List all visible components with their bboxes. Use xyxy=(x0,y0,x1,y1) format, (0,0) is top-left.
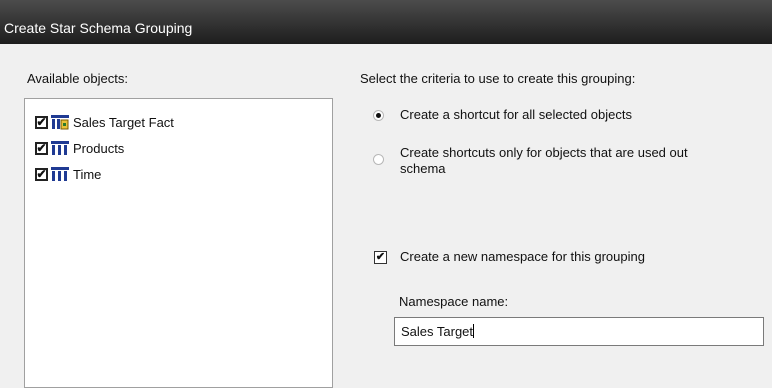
available-objects-list[interactable]: ✔ Sales Target Fact ✔ Products ✔ Time xyxy=(24,98,333,388)
list-item-time[interactable]: ✔ Time xyxy=(35,165,101,183)
list-item-label: Sales Target Fact xyxy=(73,114,174,130)
list-item-products[interactable]: ✔ Products xyxy=(35,139,124,157)
fact-table-icon xyxy=(51,115,69,130)
dimension-table-icon xyxy=(51,141,69,155)
list-item-label: Time xyxy=(73,166,102,182)
dialog-title-bar: Create Star Schema Grouping xyxy=(0,0,772,44)
shortcut-used-label-line2: schema xyxy=(400,161,446,176)
shortcut-all-label: Create a shortcut for all selected objec… xyxy=(400,107,632,122)
shortcut-used-label-line1: Create shortcuts only for objects that a… xyxy=(400,145,688,160)
products-checkbox[interactable]: ✔ xyxy=(35,141,48,155)
namespace-name-input[interactable]: Sales Target xyxy=(394,317,764,346)
new-namespace-label: Create a new namespace for this grouping xyxy=(400,249,645,264)
text-caret xyxy=(473,324,475,338)
criteria-label: Select the criteria to use to create thi… xyxy=(360,71,636,86)
new-namespace-checkbox[interactable]: ✔ xyxy=(374,251,387,264)
list-item-sales-target-fact[interactable]: ✔ Sales Target Fact xyxy=(35,113,174,131)
list-item-label: Products xyxy=(73,140,125,156)
sales-target-fact-checkbox[interactable]: ✔ xyxy=(35,115,48,129)
dialog-title: Create Star Schema Grouping xyxy=(4,20,193,36)
available-objects-label: Available objects: xyxy=(27,71,128,86)
time-checkbox[interactable]: ✔ xyxy=(35,167,48,181)
namespace-name-value: Sales Target xyxy=(401,324,474,339)
namespace-name-label: Namespace name: xyxy=(399,294,509,309)
dimension-table-icon xyxy=(51,167,69,181)
shortcut-used-radio[interactable] xyxy=(373,154,384,165)
shortcut-all-radio[interactable] xyxy=(373,110,384,121)
